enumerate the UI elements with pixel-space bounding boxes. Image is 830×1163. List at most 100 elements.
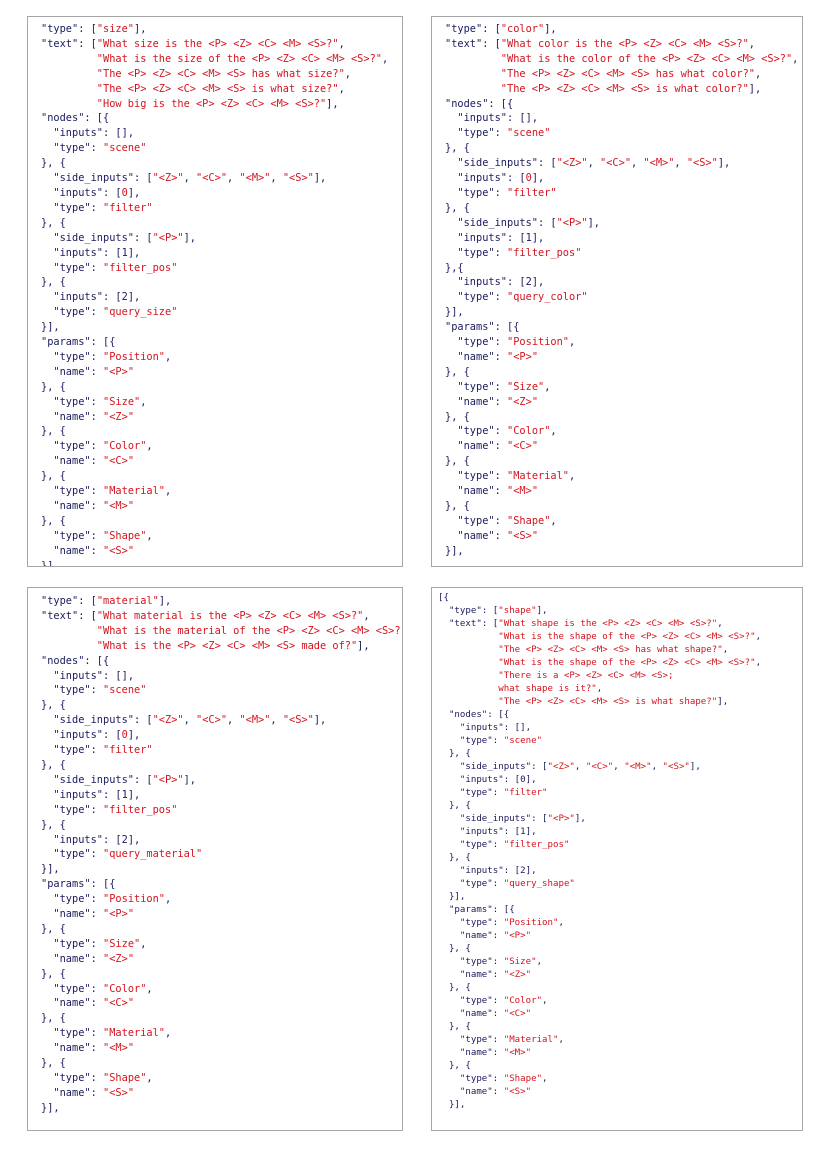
code-punct-token: : [{ <box>492 905 515 915</box>
code-line: "text": ["What size is the <P> <Z> <C> <… <box>41 37 402 52</box>
code-punct-token <box>41 997 53 1009</box>
code-string-token: "Position" <box>507 336 570 349</box>
code-line: "type": ["shape"], <box>438 605 802 618</box>
code-line: "inputs": [0], <box>41 728 402 743</box>
code-punct-token <box>41 804 53 816</box>
code-line: "type": ["size"], <box>41 22 402 37</box>
code-panel-color: "type" : [ "color"], "text": ["What color i… <box>431 16 803 567</box>
code-line: }], <box>445 544 802 559</box>
code-string-token: "scene" <box>103 684 147 697</box>
code-punct-token: : [0], <box>503 775 537 785</box>
code-key-token: "type" <box>457 336 495 349</box>
code-punct-token <box>445 232 457 244</box>
code-line: "inputs": [2], <box>41 290 402 305</box>
code-string-token: "<C>" <box>196 714 228 727</box>
code-punct-token: : [ <box>78 37 97 50</box>
code-punct-token <box>445 396 457 408</box>
code-punct-token: : [1], <box>503 827 537 837</box>
code-line: "nodes": [{ <box>41 111 402 126</box>
code-key-token: "type" <box>41 595 79 607</box>
code-line: }, { <box>41 922 402 937</box>
code-punct-token: , <box>755 658 762 668</box>
code-panel-material: "type": ["material"], "text": ["What mate… <box>27 587 403 1131</box>
code-string-token: "color" <box>500 23 545 35</box>
code-punct-token: : <box>90 455 104 468</box>
code-line: "nodes": [{ <box>445 97 802 112</box>
code-line: "side_inputs": ["<P>"], <box>445 216 802 231</box>
code-key-token: "type" <box>53 1027 91 1040</box>
code-key-token: "name" <box>459 931 493 941</box>
code-key-token: "name" <box>459 1009 493 1019</box>
code-line: "text": ["What color is the <P> <Z> <C> … <box>445 37 802 52</box>
code-punct-token <box>438 658 498 668</box>
code-line: "type": "Size", <box>41 937 402 952</box>
code-string-token: "Material" <box>507 470 570 483</box>
code-punct-token <box>445 157 457 169</box>
code-string-token: "<M>" <box>624 762 652 772</box>
code-line: "type": "Color", <box>41 982 402 997</box>
code-punct-token: , <box>542 1074 548 1084</box>
code-line: "type": "Material", <box>438 1034 802 1047</box>
code-punct-token <box>41 1042 53 1054</box>
code-line: "What is the shape of the <P> <Z> <C> <M… <box>438 631 802 644</box>
code-line: "What is the size of the <P> <Z> <C> <M>… <box>41 52 402 67</box>
code-string-token: "filter_pos" <box>103 803 178 816</box>
code-line: "type": "query_size" <box>41 305 402 320</box>
code-line: "type": "query_color" <box>445 290 802 305</box>
code-line: }, { <box>41 818 402 833</box>
code-punct-token <box>445 187 457 199</box>
code-punct-token: : [2], <box>503 866 537 876</box>
code-key-token: "name" <box>53 410 91 423</box>
code-punct-token: : <box>90 544 104 557</box>
code-string-token: "<P>" <box>103 908 135 921</box>
code-punct-token <box>41 684 53 696</box>
code-punct-token <box>445 485 457 497</box>
code-punct-token <box>41 53 97 65</box>
code-key-token: "text" <box>448 619 482 629</box>
code-string-token: "<C>" <box>600 157 632 170</box>
code-key-token: "type" <box>53 142 91 155</box>
code-punct-token: , <box>596 684 603 694</box>
code-string-token: "<M>" <box>643 157 675 170</box>
code-string-token: "<P>" <box>103 365 135 378</box>
code-punct-token: : <box>492 1009 504 1019</box>
code-punct-token: , <box>613 762 625 772</box>
code-line: }, { <box>445 141 802 156</box>
code-punct-token: : <box>494 470 508 483</box>
code-line: "name": "<M>" <box>41 1041 402 1056</box>
code-line: }], <box>41 320 402 335</box>
code-punct-token: ], <box>313 714 327 727</box>
code-punct-token <box>438 840 460 850</box>
code-string-token: "The <P> <Z> <C> <M> <S> is what shape?" <box>498 697 718 707</box>
code-key-token: "type" <box>53 440 91 453</box>
code-punct-token <box>41 232 53 244</box>
code-string-token: "Shape" <box>503 1074 543 1084</box>
code-punct-token: : [ <box>538 216 557 229</box>
code-string-token: "scene" <box>503 736 543 746</box>
code-punct-token <box>438 866 460 876</box>
code-line: "name": "<Z>" <box>438 969 802 982</box>
code-line: "The <P> <Z> <C> <M> <S> has what color?… <box>445 67 802 82</box>
code-key-token: "type" <box>53 201 91 214</box>
code-line: "What is the material of the <P> <Z> <C>… <box>41 624 402 639</box>
code-punct-token <box>438 1048 460 1058</box>
code-line: "side_inputs": ["<Z>", "<C>", "<M>", "<S… <box>438 761 802 774</box>
code-key-token: "inputs" <box>53 669 104 682</box>
code-punct-token: ], <box>531 172 545 185</box>
code-punct-token <box>41 202 53 214</box>
code-punct-token: : <box>90 952 104 965</box>
code-key-token: "type" <box>53 803 91 816</box>
code-punct-token <box>445 217 457 229</box>
code-key-token: "name" <box>53 908 91 921</box>
code-punct-token <box>41 142 53 154</box>
code-punct-token: : [ <box>481 606 499 616</box>
code-punct-token: }, { <box>41 1012 66 1025</box>
code-string-token: "<S>" <box>103 544 135 557</box>
code-line: "name": "<M>" <box>41 499 402 514</box>
code-line: }, { <box>41 758 402 773</box>
code-punct-token: , <box>717 619 723 629</box>
code-punct-token: , <box>792 52 799 65</box>
code-key-token: "inputs" <box>459 866 504 876</box>
code-punct-token: ], <box>357 639 370 652</box>
code-line: "inputs": [], <box>445 111 802 126</box>
